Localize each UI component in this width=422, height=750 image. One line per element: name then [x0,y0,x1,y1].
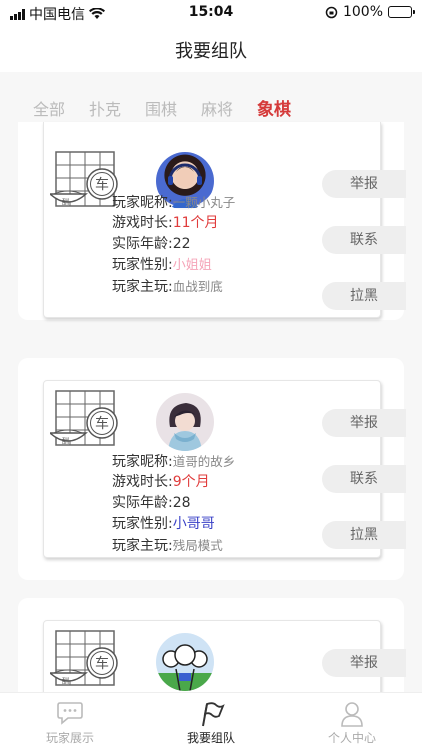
block-button[interactable]: 拉黑 [322,282,406,310]
orientation-lock-icon [325,6,338,18]
age-label: 实际年龄: [112,495,173,511]
age-value: 28 [172,495,191,511]
player-card-inner: 酬 车 玩家昵称:道哥的故乡 游戏时长:9个月 实际年龄:28 玩家性别:小哥哥… [43,380,406,558]
svg-text:酬: 酬 [62,436,69,445]
nav-label: 玩家展示 [45,731,94,745]
report-button[interactable]: 举报 [322,649,406,677]
svg-text:酬: 酬 [62,676,69,685]
status-bar: 中国电信 15:04 100% [0,0,422,26]
nav-personal-center[interactable]: 个人中心 [282,693,422,750]
player-card: 酬 车 玩家昵称:一颗小丸子 游戏时长:11个月 实际年龄:22 玩家性别:小姐… [18,122,406,320]
player-card-inner: 酬 车 玩家昵称:一颗小丸子 游戏时长:11个月 实际年龄:22 玩家性别:小姐… [43,122,406,318]
gender-value: 小姐姐 [172,258,212,273]
nickname-value: 道哥的故乡 [172,454,236,469]
person-icon [341,702,363,727]
block-button[interactable]: 拉黑 [322,521,406,549]
duration-label: 游戏时长: [112,474,173,490]
nickname-label: 玩家昵称: [112,454,173,470]
gender-label: 玩家性别: [112,257,173,273]
tab-all[interactable]: 全部 [33,96,65,120]
contact-button[interactable]: 联系 [322,226,406,254]
age-label: 实际年龄: [112,236,173,252]
tab-poker[interactable]: 扑克 [89,96,121,120]
player-info: 玩家昵称:一颗小丸子 游戏时长:11个月 实际年龄:22 玩家性别:小姐姐 玩家… [112,192,235,297]
player-card: 酬 车 玩家昵称:道哥的故乡 游戏时长:9个月 实际年龄:28 玩家性别:小哥哥… [18,358,406,580]
nav-player-showcase[interactable]: 玩家展示 [0,693,140,750]
main-game-label: 玩家主玩: [112,538,173,554]
board-piece-text: 车 [95,415,109,432]
nav-header: 我要组队 [0,26,422,72]
report-button[interactable]: 举报 [322,170,406,198]
gender-label: 玩家性别: [112,516,173,532]
gender-value: 小哥哥 [172,516,215,532]
nav-label: 个人中心 [327,731,376,745]
main-game-value: 血战到底 [172,279,223,294]
tab-go[interactable]: 围棋 [145,96,177,120]
age-value: 22 [172,236,191,252]
duration-value: 11个月 [172,215,219,231]
bottom-tab-bar: 玩家展示 我要组队 个人中心 [0,692,422,750]
avatar-character-icon [168,403,202,451]
chess-board-icon: 酬 车 [50,630,118,686]
chess-board-icon: 酬 车 [50,390,118,446]
avatar-group-icon [156,644,214,691]
svg-text:酬: 酬 [62,197,69,206]
report-button[interactable]: 举报 [322,409,406,437]
avatar[interactable] [156,633,214,691]
duration-label: 游戏时长: [112,215,173,231]
nav-team-up[interactable]: 我要组队 [141,693,281,750]
status-right: 100% [325,4,415,20]
avatar[interactable] [156,393,214,451]
main-game-label: 玩家主玩: [112,279,173,295]
player-info: 玩家昵称:道哥的故乡 游戏时长:9个月 实际年龄:28 玩家性别:小哥哥 玩家主… [112,451,235,556]
battery-icon [388,6,415,18]
page-title: 我要组队 [175,41,247,62]
board-piece-text: 车 [95,655,109,672]
contact-button[interactable]: 联系 [322,465,406,493]
tab-mahjong[interactable]: 麻将 [201,96,233,120]
chat-bubble-icon [57,702,83,725]
nav-label: 我要组队 [186,731,235,745]
flag-icon [202,702,225,727]
main-game-value: 残局模式 [172,538,223,553]
nickname-label: 玩家昵称: [112,195,173,211]
board-piece-text: 车 [95,176,109,193]
nickname-value: 一颗小丸子 [172,195,236,210]
battery-percent: 100% [342,4,383,20]
tab-chess[interactable]: 象棋 [257,95,291,120]
duration-value: 9个月 [172,474,210,490]
